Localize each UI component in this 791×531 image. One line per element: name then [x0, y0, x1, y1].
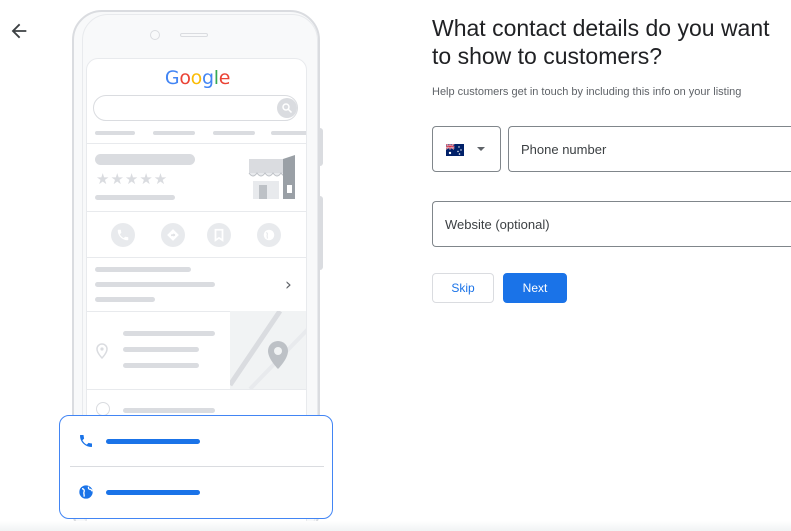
country-code-select[interactable]: [432, 126, 501, 172]
page-title: What contact details do you want to show…: [432, 15, 770, 69]
bottom-edge: [0, 521, 791, 531]
storefront-icon: [247, 155, 297, 206]
contact-placeholder-line: [106, 490, 200, 495]
divider: [87, 257, 306, 258]
bookmark-icon: [207, 223, 231, 247]
mock-text-line: [95, 297, 155, 302]
mock-text-line: [123, 363, 199, 368]
globe-icon: [78, 484, 94, 505]
phone-camera: [150, 30, 160, 40]
phone-icon: [111, 223, 135, 247]
mock-text-line: [95, 282, 215, 287]
australia-flag-icon: [445, 143, 464, 161]
mock-search-bar: [93, 95, 298, 121]
divider: [87, 211, 306, 212]
clock-icon: [96, 402, 110, 416]
chevron-right-icon: ›: [285, 275, 292, 295]
directions-icon: [161, 223, 185, 247]
website-input[interactable]: [433, 202, 791, 246]
mock-text-line: [123, 331, 215, 336]
arrow-left-icon: [8, 20, 30, 42]
mock-text-line: [95, 267, 191, 272]
skip-button[interactable]: Skip: [432, 273, 494, 303]
caret-down-icon: [477, 147, 485, 151]
phone-number-field[interactable]: [508, 126, 791, 172]
phone-icon: [78, 433, 94, 454]
google-logo: Google: [164, 67, 231, 89]
phone-number-input[interactable]: [509, 127, 791, 171]
divider: [87, 143, 306, 144]
mock-tab: [95, 131, 135, 135]
contact-highlight-card: [59, 415, 333, 519]
contact-row-phone: [60, 416, 332, 466]
search-icon: [277, 98, 297, 118]
phone-speaker: [180, 33, 208, 37]
website-field[interactable]: [432, 201, 791, 247]
mock-stars: ★★★★★: [96, 171, 169, 188]
phone-side-button: [318, 128, 323, 166]
mock-text-line: [123, 408, 215, 413]
mock-text-line: [95, 195, 175, 200]
contact-row-website: [60, 467, 332, 517]
location-pin-icon: [96, 343, 108, 364]
divider: [87, 389, 306, 390]
mock-text-line: [123, 347, 199, 352]
phone-side-button: [318, 196, 323, 270]
mock-map: [230, 311, 306, 389]
next-button[interactable]: Next: [503, 273, 567, 303]
back-button[interactable]: [8, 20, 30, 42]
globe-icon: [257, 223, 281, 247]
contact-placeholder-line: [106, 439, 200, 444]
page-subtitle: Help customers get in touch by including…: [432, 86, 742, 98]
mock-tab: [271, 131, 306, 135]
mock-business-name: [95, 154, 195, 165]
mock-tab: [153, 131, 195, 135]
mock-tab: [213, 131, 255, 135]
